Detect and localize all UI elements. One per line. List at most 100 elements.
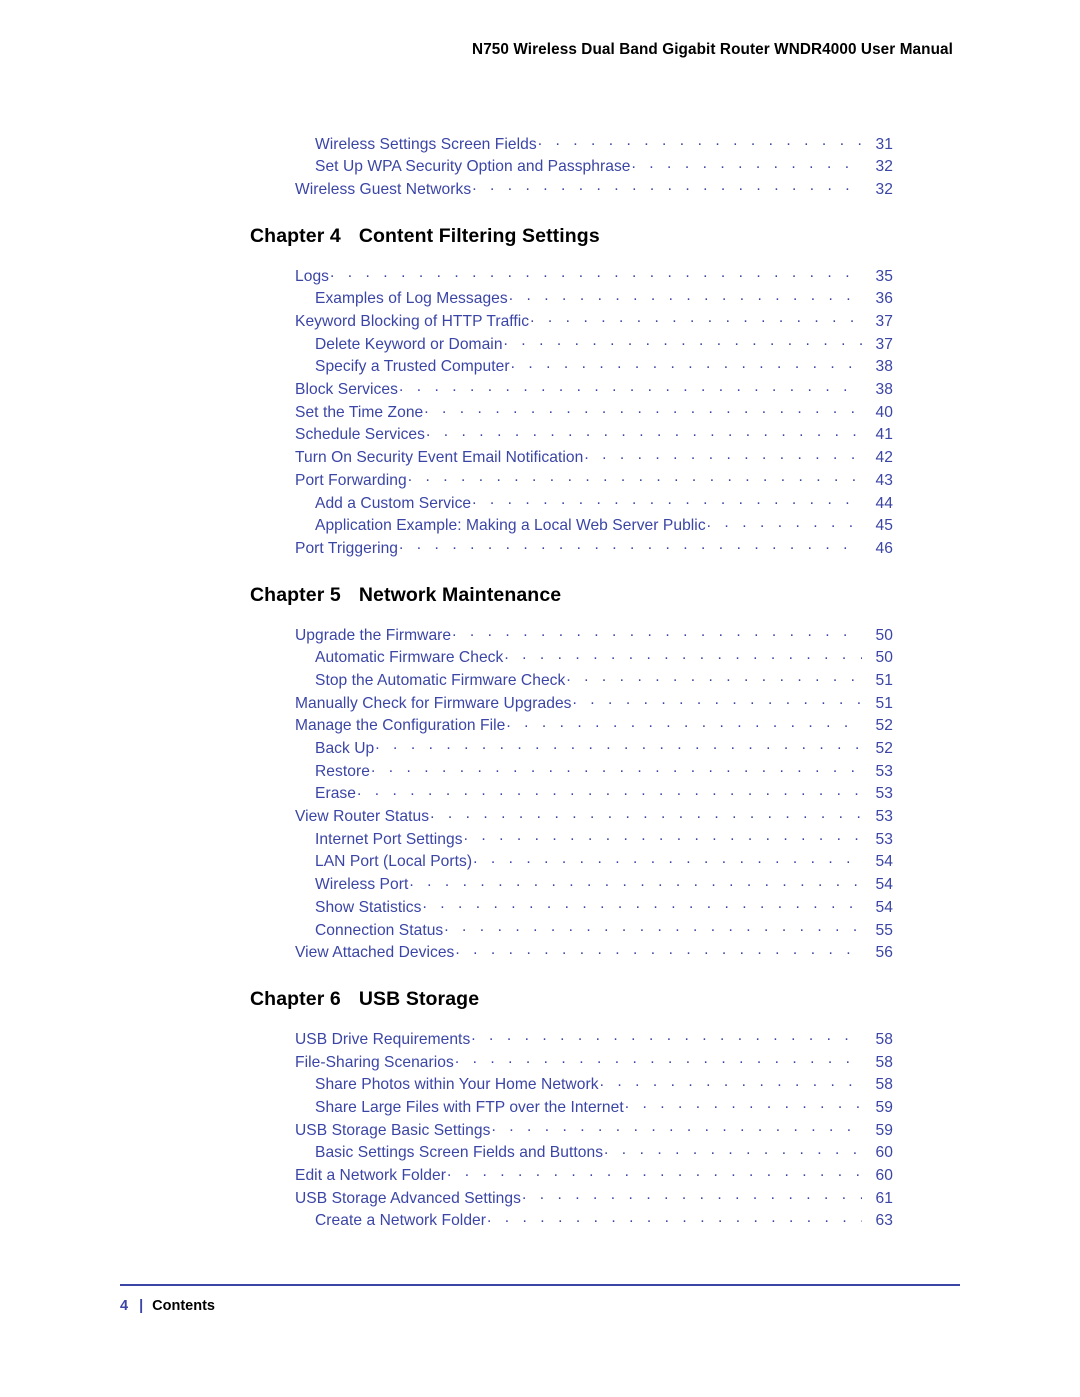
chapter-title: Network Maintenance bbox=[358, 584, 562, 606]
chapter-number-label: Chapter 4 bbox=[250, 225, 341, 248]
toc-entry-back-up[interactable]: Back Up 52 bbox=[0, 737, 1080, 760]
toc-entry-erase[interactable]: Erase 53 bbox=[0, 783, 1080, 806]
toc-entry-view-router-status[interactable]: View Router Status 53 bbox=[0, 806, 1080, 829]
toc-entry-title: Keyword Blocking of HTTP Traffic bbox=[295, 313, 530, 331]
toc-entry-port-triggering[interactable]: Port Triggering 46 bbox=[0, 537, 1080, 560]
toc-entry-page-number: 45 bbox=[875, 517, 893, 535]
toc-entry-add-a-custom-service[interactable]: Add a Custom Service 44 bbox=[0, 492, 1080, 515]
toc-entry-share-large-files-with-ftp-over-the-internet[interactable]: Share Large Files with FTP over the Inte… bbox=[0, 1096, 1080, 1119]
toc-entry-lan-port-local-ports[interactable]: LAN Port (Local Ports) 54 bbox=[0, 851, 1080, 874]
dot-leader bbox=[399, 379, 862, 395]
dot-leader bbox=[511, 356, 862, 372]
footer-divider bbox=[120, 1284, 960, 1286]
toc-entry-title: Basic Settings Screen Fields and Buttons bbox=[315, 1144, 604, 1162]
chapter-heading-content-filtering-settings[interactable]: Chapter 4 Content Filtering Settings bbox=[250, 225, 1080, 248]
toc-entry-block-services[interactable]: Block Services 38 bbox=[0, 379, 1080, 402]
toc-entry-restore[interactable]: Restore 53 bbox=[0, 760, 1080, 783]
footer-separator: | bbox=[139, 1298, 144, 1314]
toc-entry-upgrade-the-firmware[interactable]: Upgrade the Firmware 50 bbox=[0, 624, 1080, 647]
dot-leader bbox=[707, 515, 862, 531]
toc-entry-page-number: 36 bbox=[875, 290, 893, 308]
toc-entry-automatic-firmware-check[interactable]: Automatic Firmware Check 50 bbox=[0, 647, 1080, 670]
toc-entry-edit-a-network-folder[interactable]: Edit a Network Folder 60 bbox=[0, 1164, 1080, 1187]
toc-entry-basic-settings-screen-fields-and-buttons[interactable]: Basic Settings Screen Fields and Buttons… bbox=[0, 1142, 1080, 1165]
chapter-title: Content Filtering Settings bbox=[358, 225, 600, 248]
toc-entry-manage-the-configuration-file[interactable]: Manage the Configuration File 52 bbox=[0, 715, 1080, 738]
toc-entry-page-number: 53 bbox=[875, 762, 893, 780]
toc-entry-title: Automatic Firmware Check bbox=[315, 649, 504, 667]
dot-leader bbox=[409, 874, 862, 890]
toc-entry-page-number: 41 bbox=[875, 426, 893, 444]
document-page: N750 Wireless Dual Band Gigabit Router W… bbox=[0, 0, 1080, 1397]
toc-entry-page-number: 56 bbox=[875, 944, 893, 962]
dot-leader bbox=[444, 919, 862, 935]
toc-entry-page-number: 58 bbox=[875, 1053, 893, 1071]
toc-entry-wireless-port[interactable]: Wireless Port 54 bbox=[0, 874, 1080, 897]
toc-entry-show-statistics[interactable]: Show Statistics 54 bbox=[0, 896, 1080, 919]
dot-leader bbox=[573, 692, 862, 708]
toc-entry-title: Logs bbox=[295, 267, 330, 285]
toc-entry-page-number: 52 bbox=[875, 740, 893, 758]
dot-leader bbox=[408, 469, 862, 485]
toc-entry-logs[interactable]: Logs 35 bbox=[0, 265, 1080, 288]
toc-entry-page-number: 59 bbox=[875, 1098, 893, 1116]
chapter-heading-network-maintenance[interactable]: Chapter 5 Network Maintenance bbox=[250, 584, 1080, 607]
toc-entry-specify-a-trusted-computer[interactable]: Specify a Trusted Computer 38 bbox=[0, 356, 1080, 379]
dot-leader bbox=[357, 783, 862, 799]
toc-entry-page-number: 53 bbox=[875, 808, 893, 826]
dot-leader bbox=[464, 828, 862, 844]
toc-entry-set-the-time-zone[interactable]: Set the Time Zone 40 bbox=[0, 401, 1080, 424]
toc-entry-wireless-guest-networks[interactable]: Wireless Guest Networks 32 bbox=[0, 178, 1080, 201]
table-of-contents: Wireless Settings Screen Fields 31 Set Up … bbox=[0, 133, 1080, 1233]
dot-leader bbox=[504, 333, 862, 349]
layout-spacer bbox=[0, 201, 1080, 225]
toc-entry-port-forwarding[interactable]: Port Forwarding 43 bbox=[0, 469, 1080, 492]
toc-entry-page-number: 53 bbox=[875, 785, 893, 803]
layout-spacer bbox=[0, 248, 1080, 265]
toc-entry-page-number: 61 bbox=[875, 1189, 893, 1207]
toc-entry-title: Share Large Files with FTP over the Inte… bbox=[315, 1098, 624, 1116]
toc-entry-page-number: 35 bbox=[875, 267, 893, 285]
toc-entry-schedule-services[interactable]: Schedule Services 41 bbox=[0, 424, 1080, 447]
toc-entry-connection-status[interactable]: Connection Status 55 bbox=[0, 919, 1080, 942]
toc-entry-keyword-blocking-of-http-traffic[interactable]: Keyword Blocking of HTTP Traffic 37 bbox=[0, 310, 1080, 333]
toc-entry-examples-of-log-messages[interactable]: Examples of Log Messages 36 bbox=[0, 288, 1080, 311]
toc-entry-create-a-network-folder[interactable]: Create a Network Folder 63 bbox=[0, 1210, 1080, 1233]
toc-entry-title: Examples of Log Messages bbox=[315, 290, 508, 308]
toc-entry-page-number: 32 bbox=[875, 158, 893, 176]
toc-entry-share-photos-within-your-home-network[interactable]: Share Photos within Your Home Network 58 bbox=[0, 1074, 1080, 1097]
dot-leader bbox=[455, 1051, 862, 1067]
footer-section-label: Contents bbox=[152, 1298, 215, 1314]
toc-entry-file-sharing-scenarios[interactable]: File-Sharing Scenarios 58 bbox=[0, 1051, 1080, 1074]
toc-entry-title: Connection Status bbox=[315, 921, 444, 939]
toc-entry-application-example-making-a-local-web-server-pu[interactable]: Application Example: Making a Local Web … bbox=[0, 515, 1080, 538]
toc-entry-usb-drive-requirements[interactable]: USB Drive Requirements 58 bbox=[0, 1028, 1080, 1051]
toc-entry-view-attached-devices[interactable]: View Attached Devices 56 bbox=[0, 942, 1080, 965]
toc-entry-usb-storage-basic-settings[interactable]: USB Storage Basic Settings 59 bbox=[0, 1119, 1080, 1142]
toc-entry-page-number: 37 bbox=[875, 313, 893, 331]
toc-entry-title: Wireless Guest Networks bbox=[295, 180, 472, 198]
toc-entry-internet-port-settings[interactable]: Internet Port Settings 53 bbox=[0, 828, 1080, 851]
toc-entry-usb-storage-advanced-settings[interactable]: USB Storage Advanced Settings 61 bbox=[0, 1187, 1080, 1210]
toc-entry-delete-keyword-or-domain[interactable]: Delete Keyword or Domain 37 bbox=[0, 333, 1080, 356]
toc-entry-turn-on-security-event-email-notification[interactable]: Turn On Security Event Email Notificatio… bbox=[0, 447, 1080, 470]
toc-entry-page-number: 63 bbox=[875, 1212, 893, 1230]
toc-entry-page-number: 37 bbox=[875, 335, 893, 353]
toc-entry-title: Specify a Trusted Computer bbox=[315, 358, 510, 376]
toc-entry-title: Schedule Services bbox=[295, 426, 426, 444]
toc-entry-page-number: 53 bbox=[875, 830, 893, 848]
toc-entry-manually-check-for-firmware-upgrades[interactable]: Manually Check for Firmware Upgrades 51 bbox=[0, 692, 1080, 715]
toc-entry-stop-the-automatic-firmware-check[interactable]: Stop the Automatic Firmware Check 51 bbox=[0, 669, 1080, 692]
toc-entry-title: Edit a Network Folder bbox=[295, 1167, 446, 1185]
chapter-heading-usb-storage[interactable]: Chapter 6 USB Storage bbox=[250, 988, 1080, 1011]
toc-entry-wireless-settings-screen-fields[interactable]: Wireless Settings Screen Fields 31 bbox=[0, 133, 1080, 156]
dot-leader bbox=[472, 492, 862, 508]
chapter-title: USB Storage bbox=[358, 988, 480, 1011]
dot-leader bbox=[538, 133, 862, 149]
toc-entry-set-up-wpa-security-option-and-passphrase[interactable]: Set Up WPA Security Option and Passphras… bbox=[0, 156, 1080, 179]
toc-entry-title: Stop the Automatic Firmware Check bbox=[315, 671, 566, 689]
toc-entry-page-number: 40 bbox=[875, 403, 893, 421]
dot-leader bbox=[504, 647, 862, 663]
toc-entry-page-number: 54 bbox=[875, 853, 893, 871]
dot-leader bbox=[422, 896, 862, 912]
